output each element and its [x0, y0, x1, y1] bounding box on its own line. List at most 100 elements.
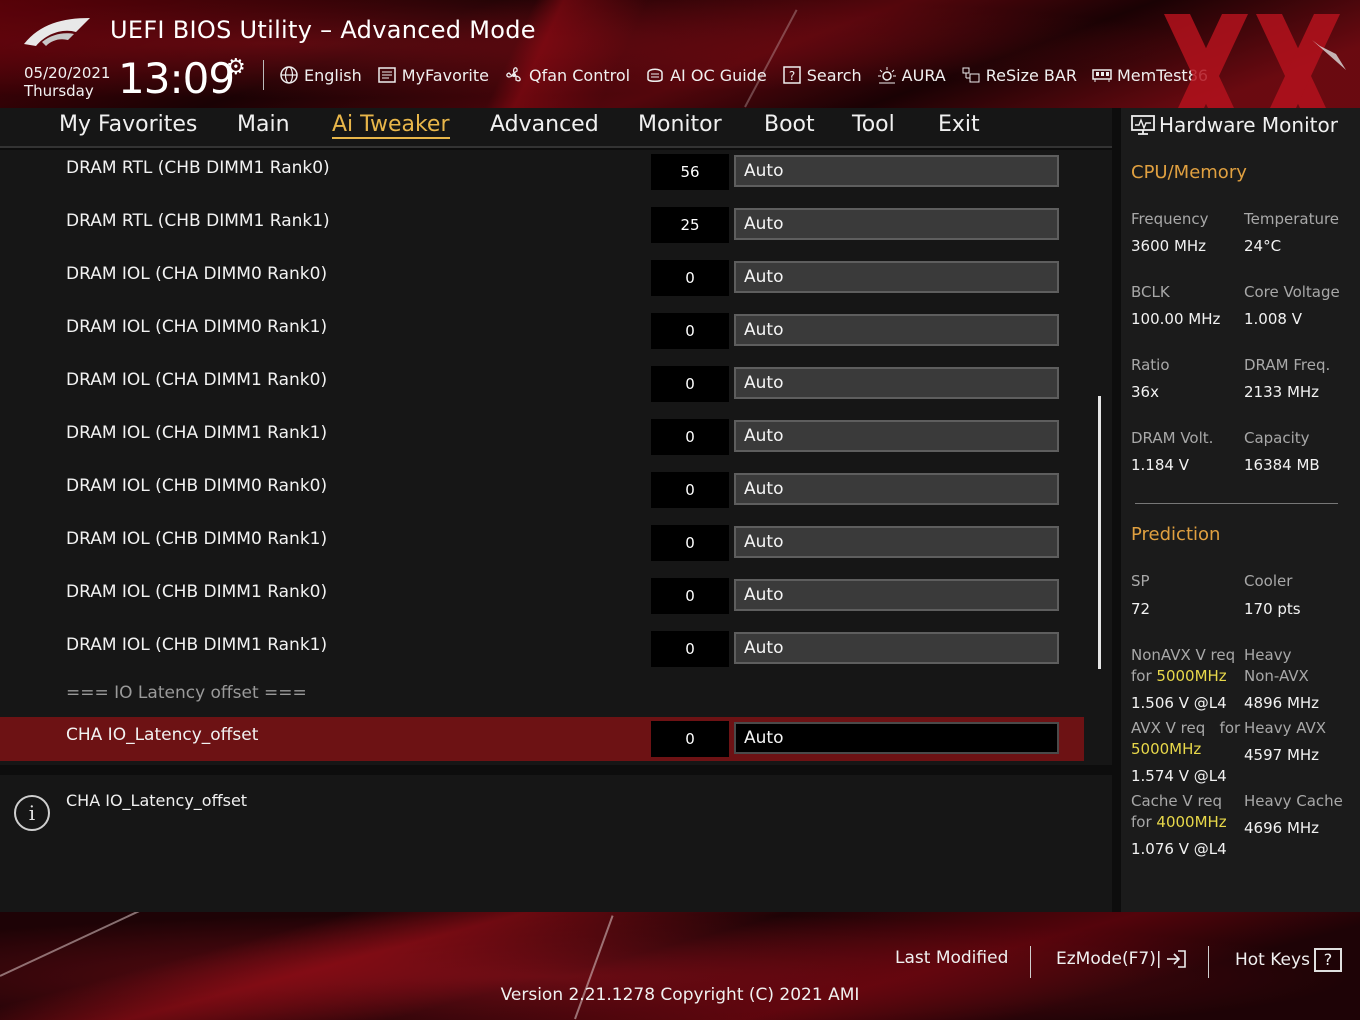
avx-vreq-line: AVX V req for: [1131, 718, 1240, 739]
setting-value-field[interactable]: Auto: [734, 155, 1059, 187]
tab-exit[interactable]: Exit: [938, 112, 980, 137]
language-button[interactable]: English: [278, 64, 362, 86]
hardware-monitor-label: Hardware Monitor: [1159, 113, 1338, 137]
setting-label: DRAM IOL (CHB DIMM1 Rank1): [66, 635, 328, 655]
core-voltage-label: Core Voltage: [1244, 283, 1340, 301]
clock: 13:09: [118, 54, 235, 103]
setting-row[interactable]: DRAM RTL (CHB DIMM1 Rank1) 25 Auto: [0, 203, 1084, 247]
last-modified-button[interactable]: Last Modified: [895, 948, 1008, 968]
nonavx-vreq-text: NonAVX V req: [1131, 646, 1236, 664]
aura-button[interactable]: AURA: [876, 64, 946, 86]
memtest-icon: [1091, 64, 1113, 86]
setting-row[interactable]: DRAM IOL (CHA DIMM1 Rank1) 0 Auto: [0, 415, 1084, 459]
setting-label: DRAM IOL (CHA DIMM0 Rank0): [66, 264, 328, 284]
tab-advanced[interactable]: Advanced: [490, 112, 599, 137]
tab-ai-tweaker[interactable]: Ai Tweaker: [332, 112, 450, 139]
temperature-label: Temperature: [1244, 210, 1340, 228]
dram-volt-label: DRAM Volt.: [1131, 429, 1214, 447]
setting-value-field[interactable]: Auto: [734, 526, 1059, 558]
ezmode-button[interactable]: EzMode(F7)|: [1056, 948, 1188, 970]
setting-value-field[interactable]: Auto: [734, 632, 1059, 664]
bclk-label: BCLK: [1131, 283, 1170, 301]
setting-value-field[interactable]: Auto: [734, 208, 1059, 240]
frequency-label: Frequency: [1131, 210, 1209, 228]
aura-label: AURA: [901, 65, 946, 85]
ai-oc-icon: [644, 64, 666, 86]
hot-keys-button[interactable]: Hot Keys ?: [1235, 948, 1342, 972]
tab-main[interactable]: Main: [237, 112, 290, 137]
nonavx-target-freq: 5000MHz: [1156, 667, 1227, 685]
setting-row[interactable]: DRAM IOL (CHB DIMM0 Rank0) 0 Auto: [0, 468, 1084, 512]
setting-value-field[interactable]: Auto: [734, 367, 1059, 399]
exit-arrow-icon: [1166, 950, 1186, 968]
setting-value-field[interactable]: Auto: [734, 473, 1059, 505]
heavy-nonavx-label: Heavy Non-AVX: [1244, 645, 1309, 687]
sp-label: SP: [1131, 572, 1150, 590]
cache-vreq-value: 1.076 V @L4: [1131, 840, 1227, 858]
tab-my-favorites[interactable]: My Favorites: [59, 112, 197, 137]
setting-value-field[interactable]: Auto: [734, 722, 1059, 754]
setting-current-value: 0: [651, 631, 729, 667]
setting-label: DRAM IOL (CHA DIMM0 Rank1): [66, 317, 328, 337]
cache-target-freq: 4000MHz: [1156, 813, 1227, 831]
setting-label: DRAM RTL (CHB DIMM1 Rank1): [66, 211, 330, 231]
qfan-control-label: Qfan Control: [529, 65, 631, 85]
setting-current-value: 56: [651, 154, 729, 190]
setting-row[interactable]: DRAM IOL (CHA DIMM0 Rank1) 0 Auto: [0, 309, 1084, 353]
date-text: 05/20/2021: [24, 64, 111, 82]
settings-scrollbar[interactable]: [1098, 396, 1101, 669]
setting-value-field[interactable]: Auto: [734, 420, 1059, 452]
setting-current-value: 0: [651, 472, 729, 508]
version-text: Version 2.21.1278 Copyright (C) 2021 AMI: [500, 985, 860, 1005]
setting-label: DRAM RTL (CHB DIMM1 Rank0): [66, 158, 330, 178]
setting-current-value: 0: [651, 366, 729, 402]
globe-icon: [278, 64, 300, 86]
cache-vreq-label: Cache V req for 4000MHz: [1131, 791, 1227, 833]
heavy-avx-value: 4597 MHz: [1244, 746, 1320, 764]
tab-tool[interactable]: Tool: [852, 112, 895, 137]
aura-icon: [876, 64, 898, 86]
setting-row[interactable]: DRAM IOL (CHB DIMM1 Rank0) 0 Auto: [0, 574, 1084, 618]
qfan-control-button[interactable]: Qfan Control: [503, 64, 630, 86]
clock-settings-gear-icon[interactable]: ⚙: [226, 55, 246, 80]
search-button[interactable]: ? Search: [781, 64, 862, 86]
setting-row[interactable]: DRAM RTL (CHB DIMM1 Rank0) 56 Auto: [0, 150, 1084, 194]
footer-divider: [1208, 946, 1209, 978]
footer-divider: [1030, 946, 1031, 978]
avx-vreq-label: AVX V req for 5000MHz: [1131, 718, 1240, 760]
question-box-icon: ?: [1313, 948, 1342, 972]
capacity-value: 16384 MB: [1244, 456, 1320, 474]
myfavorite-button[interactable]: MyFavorite: [376, 64, 489, 86]
setting-current-value: 25: [651, 207, 729, 243]
dram-freq-label: DRAM Freq.: [1244, 356, 1331, 374]
cpu-memory-section-title: CPU/Memory: [1131, 162, 1247, 183]
cooler-value: 170 pts: [1244, 600, 1301, 618]
resize-bar-button[interactable]: ReSize BAR: [960, 64, 1077, 86]
main-tab-bar: My Favorites Main Ai Tweaker Advanced Mo…: [0, 108, 1112, 148]
ezmode-label: EzMode(F7)|: [1056, 949, 1162, 969]
for-inline-text: for: [1219, 719, 1241, 737]
setting-row[interactable]: DRAM IOL (CHB DIMM1 Rank1) 0 Auto: [0, 627, 1084, 671]
section-header-io-latency: === IO Latency offset ===: [66, 683, 307, 703]
setting-value-field[interactable]: Auto: [734, 261, 1059, 293]
hardware-monitor-title: Hardware Monitor: [1131, 113, 1338, 137]
heavy-cache-label: Heavy Cache: [1244, 792, 1343, 810]
info-icon: i: [14, 795, 50, 831]
dram-freq-value: 2133 MHz: [1244, 383, 1320, 401]
tab-monitor[interactable]: Monitor: [638, 112, 722, 137]
setting-row[interactable]: DRAM IOL (CHB DIMM0 Rank1) 0 Auto: [0, 521, 1084, 565]
tab-boot[interactable]: Boot: [764, 112, 815, 137]
setting-row[interactable]: DRAM IOL (CHA DIMM1 Rank0) 0 Auto: [0, 362, 1084, 406]
svg-text:?: ?: [789, 69, 795, 83]
setting-row[interactable]: DRAM IOL (CHA DIMM0 Rank0) 0 Auto: [0, 256, 1084, 300]
selected-setting-row[interactable]: CHA IO_Latency_offset 0 Auto: [0, 717, 1084, 761]
ai-oc-guide-button[interactable]: AI OC Guide: [644, 64, 767, 86]
hot-keys-label: Hot Keys: [1235, 950, 1310, 970]
setting-value-field[interactable]: Auto: [734, 579, 1059, 611]
myfavorite-label: MyFavorite: [401, 65, 489, 85]
question-box-icon: ?: [781, 64, 803, 86]
setting-value-field[interactable]: Auto: [734, 314, 1059, 346]
app-title: UEFI BIOS Utility – Advanced Mode: [110, 16, 536, 44]
heavy-avx-label: Heavy AVX: [1244, 719, 1327, 737]
setting-current-value: 0: [651, 578, 729, 614]
